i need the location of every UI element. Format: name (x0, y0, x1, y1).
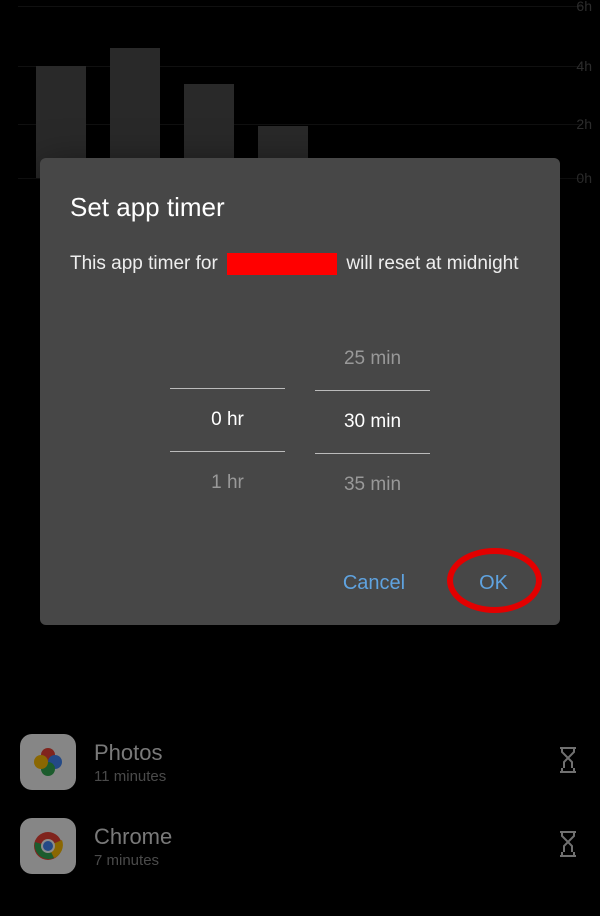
desc-prefix: This app timer for (70, 253, 218, 274)
desc-suffix: will reset at midnight (346, 253, 518, 274)
dialog-description: This app timer for will reset at midnigh… (70, 251, 530, 278)
cancel-button[interactable]: Cancel (331, 566, 417, 601)
modal-overlay: Set app timer This app timer for will re… (0, 0, 600, 916)
mins-prev: 25 min (315, 328, 430, 390)
dialog-actions: Cancel OK (70, 566, 530, 601)
time-picker[interactable]: 0 hr 1 hr 25 min 30 min 35 min (70, 328, 530, 516)
hours-picker-column[interactable]: 0 hr 1 hr (170, 328, 285, 516)
hours-current[interactable]: 0 hr (170, 388, 285, 452)
mins-current[interactable]: 30 min (315, 390, 430, 454)
set-app-timer-dialog: Set app timer This app timer for will re… (40, 158, 560, 625)
hours-prev (170, 328, 285, 388)
ok-button[interactable]: OK (467, 566, 520, 601)
hours-next: 1 hr (170, 452, 285, 514)
redacted-app-name (227, 253, 337, 275)
mins-next: 35 min (315, 454, 430, 516)
dialog-title: Set app timer (70, 192, 530, 223)
minutes-picker-column[interactable]: 25 min 30 min 35 min (315, 328, 430, 516)
